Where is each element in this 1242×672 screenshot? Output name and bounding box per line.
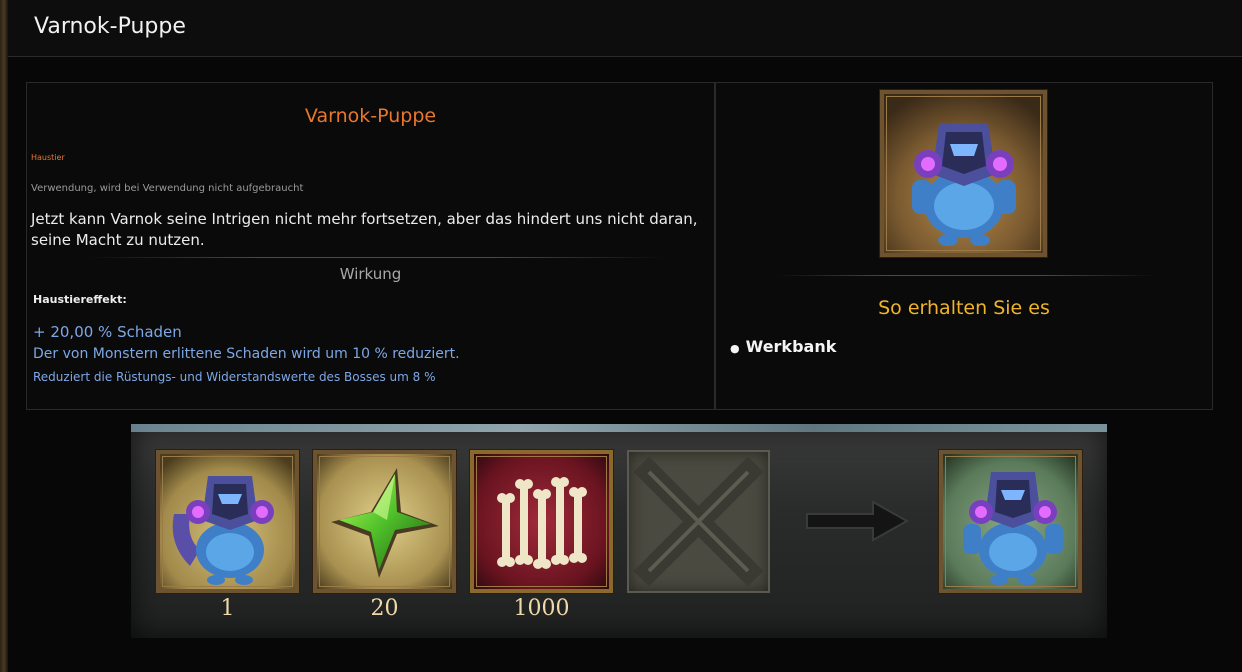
pet-effect-label: Haustiereffekt: [33,293,127,306]
arrow-right-icon [803,498,913,544]
green-star-gem-icon [317,454,452,589]
bullet-icon: ● [730,342,740,355]
ingredient-quantity: 1000 [513,596,570,621]
effect-boss-resist: Reduziert die Rüstungs- und Widerstandsw… [33,370,436,384]
obtain-panel: So erhalten Sie es ● Werkbank [715,82,1213,410]
ingredient-slot-green-gem[interactable] [313,450,456,593]
page-title: Varnok-Puppe [34,14,186,39]
divider [87,257,667,258]
item-type: Haustier [31,153,65,162]
ingredient-slot-empty[interactable] [627,450,770,593]
item-name: Varnok-Puppe [304,105,437,127]
crafting-recipe-bar: 1 20 1000 [131,424,1107,638]
result-slot-varnok-doll[interactable] [939,450,1082,593]
ingredient-slot-varnok-doll[interactable] [156,450,299,593]
item-portrait [880,90,1047,257]
source-list-item[interactable]: ● Werkbank [730,337,836,356]
varnok-doll-icon [160,454,295,589]
effect-damage: + 20,00 % Schaden [33,323,182,341]
varnok-doll-icon [884,94,1043,253]
ingredient-slot-bones[interactable] [470,450,613,593]
item-usage: Verwendung, wird bei Verwendung nicht au… [31,183,304,194]
bones-icon [474,454,609,589]
source-label: Werkbank [745,337,837,356]
ingredient-quantity: 1 [220,596,235,621]
effect-monster-damage: Der von Monstern erlittene Schaden wird … [33,346,460,362]
item-details-panel: Varnok-Puppe Haustier Verwendung, wird b… [26,82,715,410]
ingredient-quantity: 20 [370,596,399,621]
window-left-edge [0,0,8,672]
obtain-heading: So erhalten Sie es [878,297,1050,319]
item-description: Jetzt kann Varnok seine Intrigen nicht m… [31,210,698,249]
varnok-doll-icon [943,454,1078,589]
divider [776,275,1156,276]
empty-slot-icon [633,456,764,587]
effect-heading: Wirkung [339,265,402,283]
page-header: Varnok-Puppe [8,0,1242,57]
